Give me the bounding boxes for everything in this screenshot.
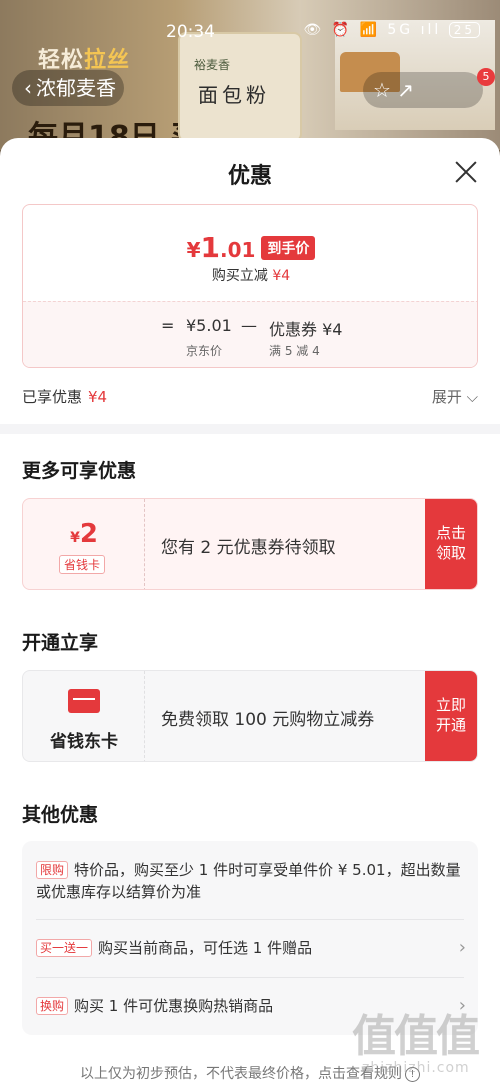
coupon-condition: 满 5 减 4 [269, 344, 320, 358]
row-divider [36, 977, 464, 978]
final-price-tag: 到手价 [261, 235, 316, 260]
coupon-amount: ¥2 [70, 519, 98, 549]
final-price-line: ¥1.01 到手价 [23, 231, 477, 264]
savings-coupon-card[interactable]: ¥2 省钱卡 您有 2 元优惠券待领取 点击 领取 [22, 498, 478, 590]
bag-brand: 裕麦香 [194, 58, 231, 72]
chevron-right-icon[interactable]: › [459, 937, 466, 958]
sheet-title: 优惠 [227, 164, 272, 189]
discount-sheet: 优惠 ¥1.01 到手价 购买立减 ¥4 = ¥5.01 京东价 — 优惠券 ¥4… [0, 138, 500, 1085]
coupon-type-label: 省钱卡 [59, 555, 106, 574]
status-bar: 20:34 👁 ⏰ 📶 5G ıll 25 [0, 22, 500, 46]
purchase-limit-tag: 限购 [36, 861, 69, 879]
product-image: 裕麦香 面包粉 [178, 32, 302, 142]
price-breakdown: = ¥5.01 京东价 — 优惠券 ¥4 满 5 减 4 [23, 301, 477, 367]
price-card: ¥1.01 到手价 购买立减 ¥4 = ¥5.01 京东价 — 优惠券 ¥4 满 … [22, 204, 478, 368]
status-icons: 👁 ⏰ 📶 5G ıll 25 [303, 22, 480, 38]
buy-one-get-one-tag: 买一送一 [36, 939, 93, 957]
site-watermark: 值值值 zhizhizhi.com [352, 1011, 480, 1076]
bag-name: 面包粉 [198, 83, 270, 107]
membership-description: 免费领取 100 元购物立减券 [161, 710, 375, 730]
coupon-amount: 优惠券 ¥4 [269, 320, 343, 339]
equals-sign: = [161, 316, 175, 335]
cart-badge: 5 [477, 68, 495, 86]
membership-block: 省钱东卡 [23, 671, 145, 761]
back-button[interactable]: ‹ 浓郁麦香 [12, 70, 124, 106]
price-summary: ¥1.01 到手价 购买立减 ¥4 [23, 205, 477, 301]
row-divider [36, 919, 464, 920]
expand-toggle[interactable]: 展开 ⌵ [432, 386, 478, 407]
coupon-description: 您有 2 元优惠券待领取 [161, 538, 336, 558]
minus-sign: — [241, 316, 257, 335]
card-icon [68, 689, 100, 713]
coupon-value-block: ¥2 省钱卡 [23, 499, 145, 589]
more-discounts-title: 更多可享优惠 [22, 460, 137, 482]
jd-price: ¥5.01 [186, 316, 232, 335]
list-item: 限购 特价品，购买至少 1 件时可享受单件价 ¥ 5.01，超出数量或优惠库存以结… [36, 861, 461, 901]
open-membership-button[interactable]: 立即 开通 [425, 671, 477, 761]
battery-icon: 25 [448, 22, 480, 38]
claim-coupon-button[interactable]: 点击 领取 [425, 499, 477, 589]
favorite-share-icons[interactable]: ☆ ↗ [363, 72, 483, 108]
list-item[interactable]: 买一送一 购买当前商品，可任选 1 件赠品 [36, 937, 464, 959]
section-divider [0, 424, 500, 434]
close-icon[interactable] [452, 158, 480, 186]
open-membership-title: 开通立享 [22, 632, 99, 654]
discount-line: 购买立减 ¥4 [211, 268, 291, 284]
final-price: ¥1.01 [186, 231, 256, 264]
status-time: 20:34 [166, 22, 215, 42]
membership-name: 省钱东卡 [50, 732, 118, 752]
exchange-purchase-tag: 换购 [36, 997, 69, 1015]
membership-card[interactable]: 省钱东卡 免费领取 100 元购物立减券 立即 开通 [22, 670, 478, 762]
enjoyed-discount: 已享优惠 ¥4 [22, 388, 108, 406]
jd-price-label: 京东价 [186, 344, 223, 358]
other-discounts-title: 其他优惠 [22, 804, 99, 826]
